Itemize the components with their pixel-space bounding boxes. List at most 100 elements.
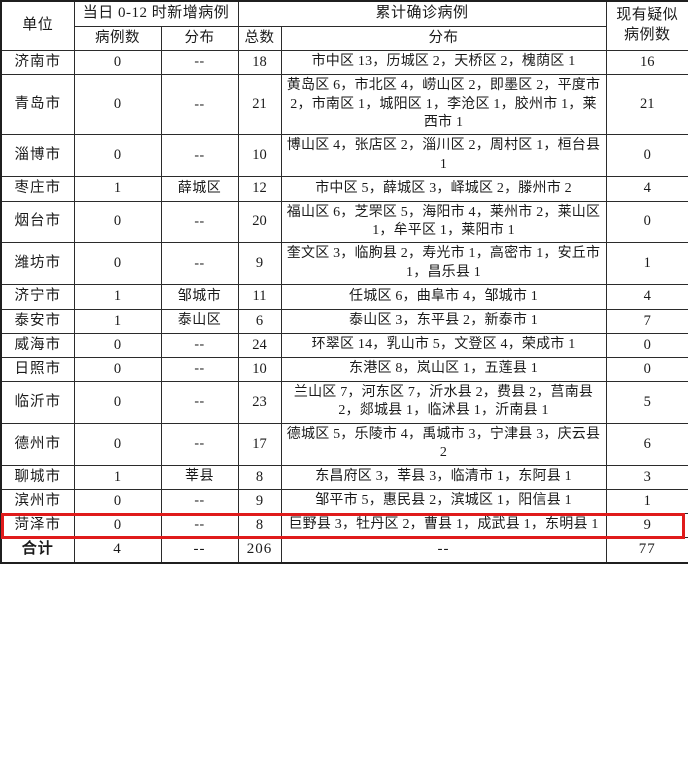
cell-new-distribution: -- <box>160 134 239 178</box>
cell-new-count: 0 <box>73 380 162 424</box>
header-suspected-line2: 病例数 <box>624 26 671 43</box>
cell-new-count: 0 <box>73 134 162 178</box>
table-row: 聊城市 1 莘县 8 东昌府区 3，莘县 3，临清市 1，东阿县 13 <box>0 464 688 490</box>
cell-new-distribution: -- <box>160 332 239 358</box>
cell-total-count: 6 <box>237 308 282 334</box>
cell-total-distribution: 黄岛区 6，市北区 4，崂山区 2，即墨区 2，平度市 2，市南区 1，城阳区 … <box>280 74 607 136</box>
cell-suspected: 7 <box>605 308 688 334</box>
cell-suspected: 0 <box>605 332 688 358</box>
cell-suspected: 4 <box>605 176 688 202</box>
cell-total-count: 8 <box>237 464 282 490</box>
table-row: 滨州市 0 -- 9 邹平市 5，惠民县 2，滨城区 1，阳信县 11 <box>0 488 688 515</box>
cell-total-distribution: 福山区 6，芝罘区 5，海阳市 4，莱州市 2，莱山区 1，牟平区 1，莱阳市 … <box>280 200 607 244</box>
cell-suspected: 0 <box>605 356 688 382</box>
cell-total-distribution: 市中区 5，薛城区 3，峄城区 2，滕州市 2 <box>280 176 607 202</box>
cell-suspected: 21 <box>605 74 688 136</box>
table-row: 临沂市 0 -- 23 兰山区 7，河东区 7，沂水县 2，费县 2，莒南县 2，郯城县… <box>0 380 688 424</box>
cell-unit: 德州市 <box>0 422 75 466</box>
cell-total-distribution: 环翠区 14，乳山市 5，文登区 4，荣成市 1 <box>280 332 607 358</box>
header-total-count: 总数 <box>237 25 282 51</box>
cell-total-count: 24 <box>237 332 282 358</box>
cell-unit: 日照市 <box>0 356 75 382</box>
cell-total-confirmed-distribution: -- <box>280 537 607 564</box>
cell-total-count: 8 <box>237 513 282 539</box>
cell-unit: 济宁市 <box>0 284 75 310</box>
table-row: 济宁市 1 邹城市 11 任城区 6，曲阜市 4，邹城市 14 <box>0 284 688 310</box>
cell-total-count: 12 <box>237 176 282 202</box>
header-total-distribution: 分布 <box>280 25 607 51</box>
cell-total-count: 10 <box>237 134 282 178</box>
epidemic-stats-table: 单位 当日 0-12 时新增病例 累计确诊病例 现有疑似 病例数 病例数 分布 总… <box>0 0 688 564</box>
cell-total-confirmed-count: 206 <box>237 537 282 564</box>
cell-new-count: 0 <box>73 356 162 382</box>
cell-unit: 济南市 <box>0 49 75 76</box>
cell-total-distribution: 任城区 6，曲阜市 4，邹城市 1 <box>280 284 607 310</box>
cell-unit: 淄博市 <box>0 134 75 178</box>
cell-unit: 枣庄市 <box>0 176 75 202</box>
cell-new-distribution: 邹城市 <box>160 284 239 310</box>
cell-new-count: 1 <box>73 308 162 334</box>
cell-total-new-count: 4 <box>73 537 162 564</box>
cell-new-count: 0 <box>73 422 162 466</box>
cell-suspected: 16 <box>605 49 688 76</box>
cell-unit: 临沂市 <box>0 380 75 424</box>
cell-new-distribution: -- <box>160 74 239 136</box>
cell-new-count: 0 <box>73 332 162 358</box>
cell-total-count: 9 <box>237 488 282 515</box>
cell-total-count: 20 <box>237 200 282 244</box>
cell-total-distribution: 泰山区 3，东平县 2，新泰市 1 <box>280 308 607 334</box>
cell-total-new-distribution: -- <box>160 537 239 564</box>
cell-suspected: 0 <box>605 200 688 244</box>
table-row: 烟台市 0 -- 20 福山区 6，芝罘区 5，海阳市 4，莱州市 2，莱山区 1，牟平… <box>0 200 688 244</box>
cell-total-distribution: 巨野县 3，牡丹区 2，曹县 1，成武县 1，东明县 1 <box>280 513 607 539</box>
cell-total-count: 18 <box>237 49 282 76</box>
cell-total-distribution: 东昌府区 3，莘县 3，临清市 1，东阿县 1 <box>280 464 607 490</box>
cell-total-count: 21 <box>237 74 282 136</box>
table-total-row: 合计 4 -- 206 -- 77 <box>0 537 688 564</box>
cell-new-count: 0 <box>73 488 162 515</box>
table-row: 青岛市 0 -- 21 黄岛区 6，市北区 4，崂山区 2，即墨区 2，平度市 2，市南… <box>0 74 688 136</box>
header-row-sub: 病例数 分布 总数 分布 <box>1 25 688 51</box>
stats-table-sheet: 单位 当日 0-12 时新增病例 累计确诊病例 现有疑似 病例数 病例数 分布 总… <box>0 0 688 773</box>
table-row: 淄博市 0 -- 10 博山区 4，张店区 2，淄川区 2，周村区 1，桓台县 10 <box>0 134 688 178</box>
header-unit: 单位 <box>0 0 75 51</box>
cell-suspected: 3 <box>605 464 688 490</box>
cell-unit: 泰安市 <box>0 308 75 334</box>
table-row: 菏泽市 0 -- 8 巨野县 3，牡丹区 2，曹县 1，成武县 1，东明县 19 <box>0 513 688 539</box>
table-body: 济南市 0 -- 18 市中区 13，历城区 2，天桥区 2，槐荫区 1 16 青岛市 0 --… <box>0 49 688 564</box>
cell-new-count: 1 <box>73 284 162 310</box>
cell-new-distribution: -- <box>160 49 239 76</box>
cell-new-distribution: 莘县 <box>160 464 239 490</box>
cell-new-distribution: 泰山区 <box>160 308 239 334</box>
table-row: 泰安市 1 泰山区 6 泰山区 3，东平县 2，新泰市 17 <box>0 308 688 334</box>
cell-total-distribution: 兰山区 7，河东区 7，沂水县 2，费县 2，莒南县 2，郯城县 1，临沭县 1… <box>280 380 607 424</box>
cell-suspected: 1 <box>605 242 688 286</box>
header-suspected-cases: 现有疑似 病例数 <box>605 0 688 51</box>
cell-unit: 威海市 <box>0 332 75 358</box>
cell-total-distribution: 德城区 5，乐陵市 4，禹城市 3，宁津县 3，庆云县 2 <box>280 422 607 466</box>
cell-new-distribution: -- <box>160 488 239 515</box>
cell-total-count: 11 <box>237 284 282 310</box>
cell-new-distribution: 薛城区 <box>160 176 239 202</box>
cell-new-distribution: -- <box>160 380 239 424</box>
cell-new-count: 0 <box>73 242 162 286</box>
cell-new-count: 0 <box>73 200 162 244</box>
table-header: 单位 当日 0-12 时新增病例 累计确诊病例 现有疑似 病例数 病例数 分布 总… <box>0 0 688 51</box>
cell-new-distribution: -- <box>160 356 239 382</box>
cell-new-distribution: -- <box>160 422 239 466</box>
cell-new-count: 0 <box>73 74 162 136</box>
cell-total-distribution: 东港区 8，岚山区 1，五莲县 1 <box>280 356 607 382</box>
cell-unit: 菏泽市 <box>0 513 75 539</box>
cell-total-distribution: 奎文区 3，临朐县 2，寿光市 1，高密市 1，安丘市 1，昌乐县 1 <box>280 242 607 286</box>
cell-total-label: 合计 <box>0 537 75 564</box>
header-row-top: 单位 当日 0-12 时新增病例 累计确诊病例 现有疑似 病例数 <box>0 0 688 51</box>
table-row: 日照市 0 -- 10 东港区 8，岚山区 1，五莲县 10 <box>0 356 688 382</box>
header-total-confirmed-group: 累计确诊病例 <box>237 0 607 27</box>
cell-unit: 聊城市 <box>0 464 75 490</box>
header-new-cases-group: 当日 0-12 时新增病例 <box>73 0 239 27</box>
cell-total-distribution: 博山区 4，张店区 2，淄川区 2，周村区 1，桓台县 1 <box>280 134 607 178</box>
cell-new-count: 1 <box>73 176 162 202</box>
cell-unit: 潍坊市 <box>0 242 75 286</box>
cell-total-count: 23 <box>237 380 282 424</box>
cell-total-count: 17 <box>237 422 282 466</box>
